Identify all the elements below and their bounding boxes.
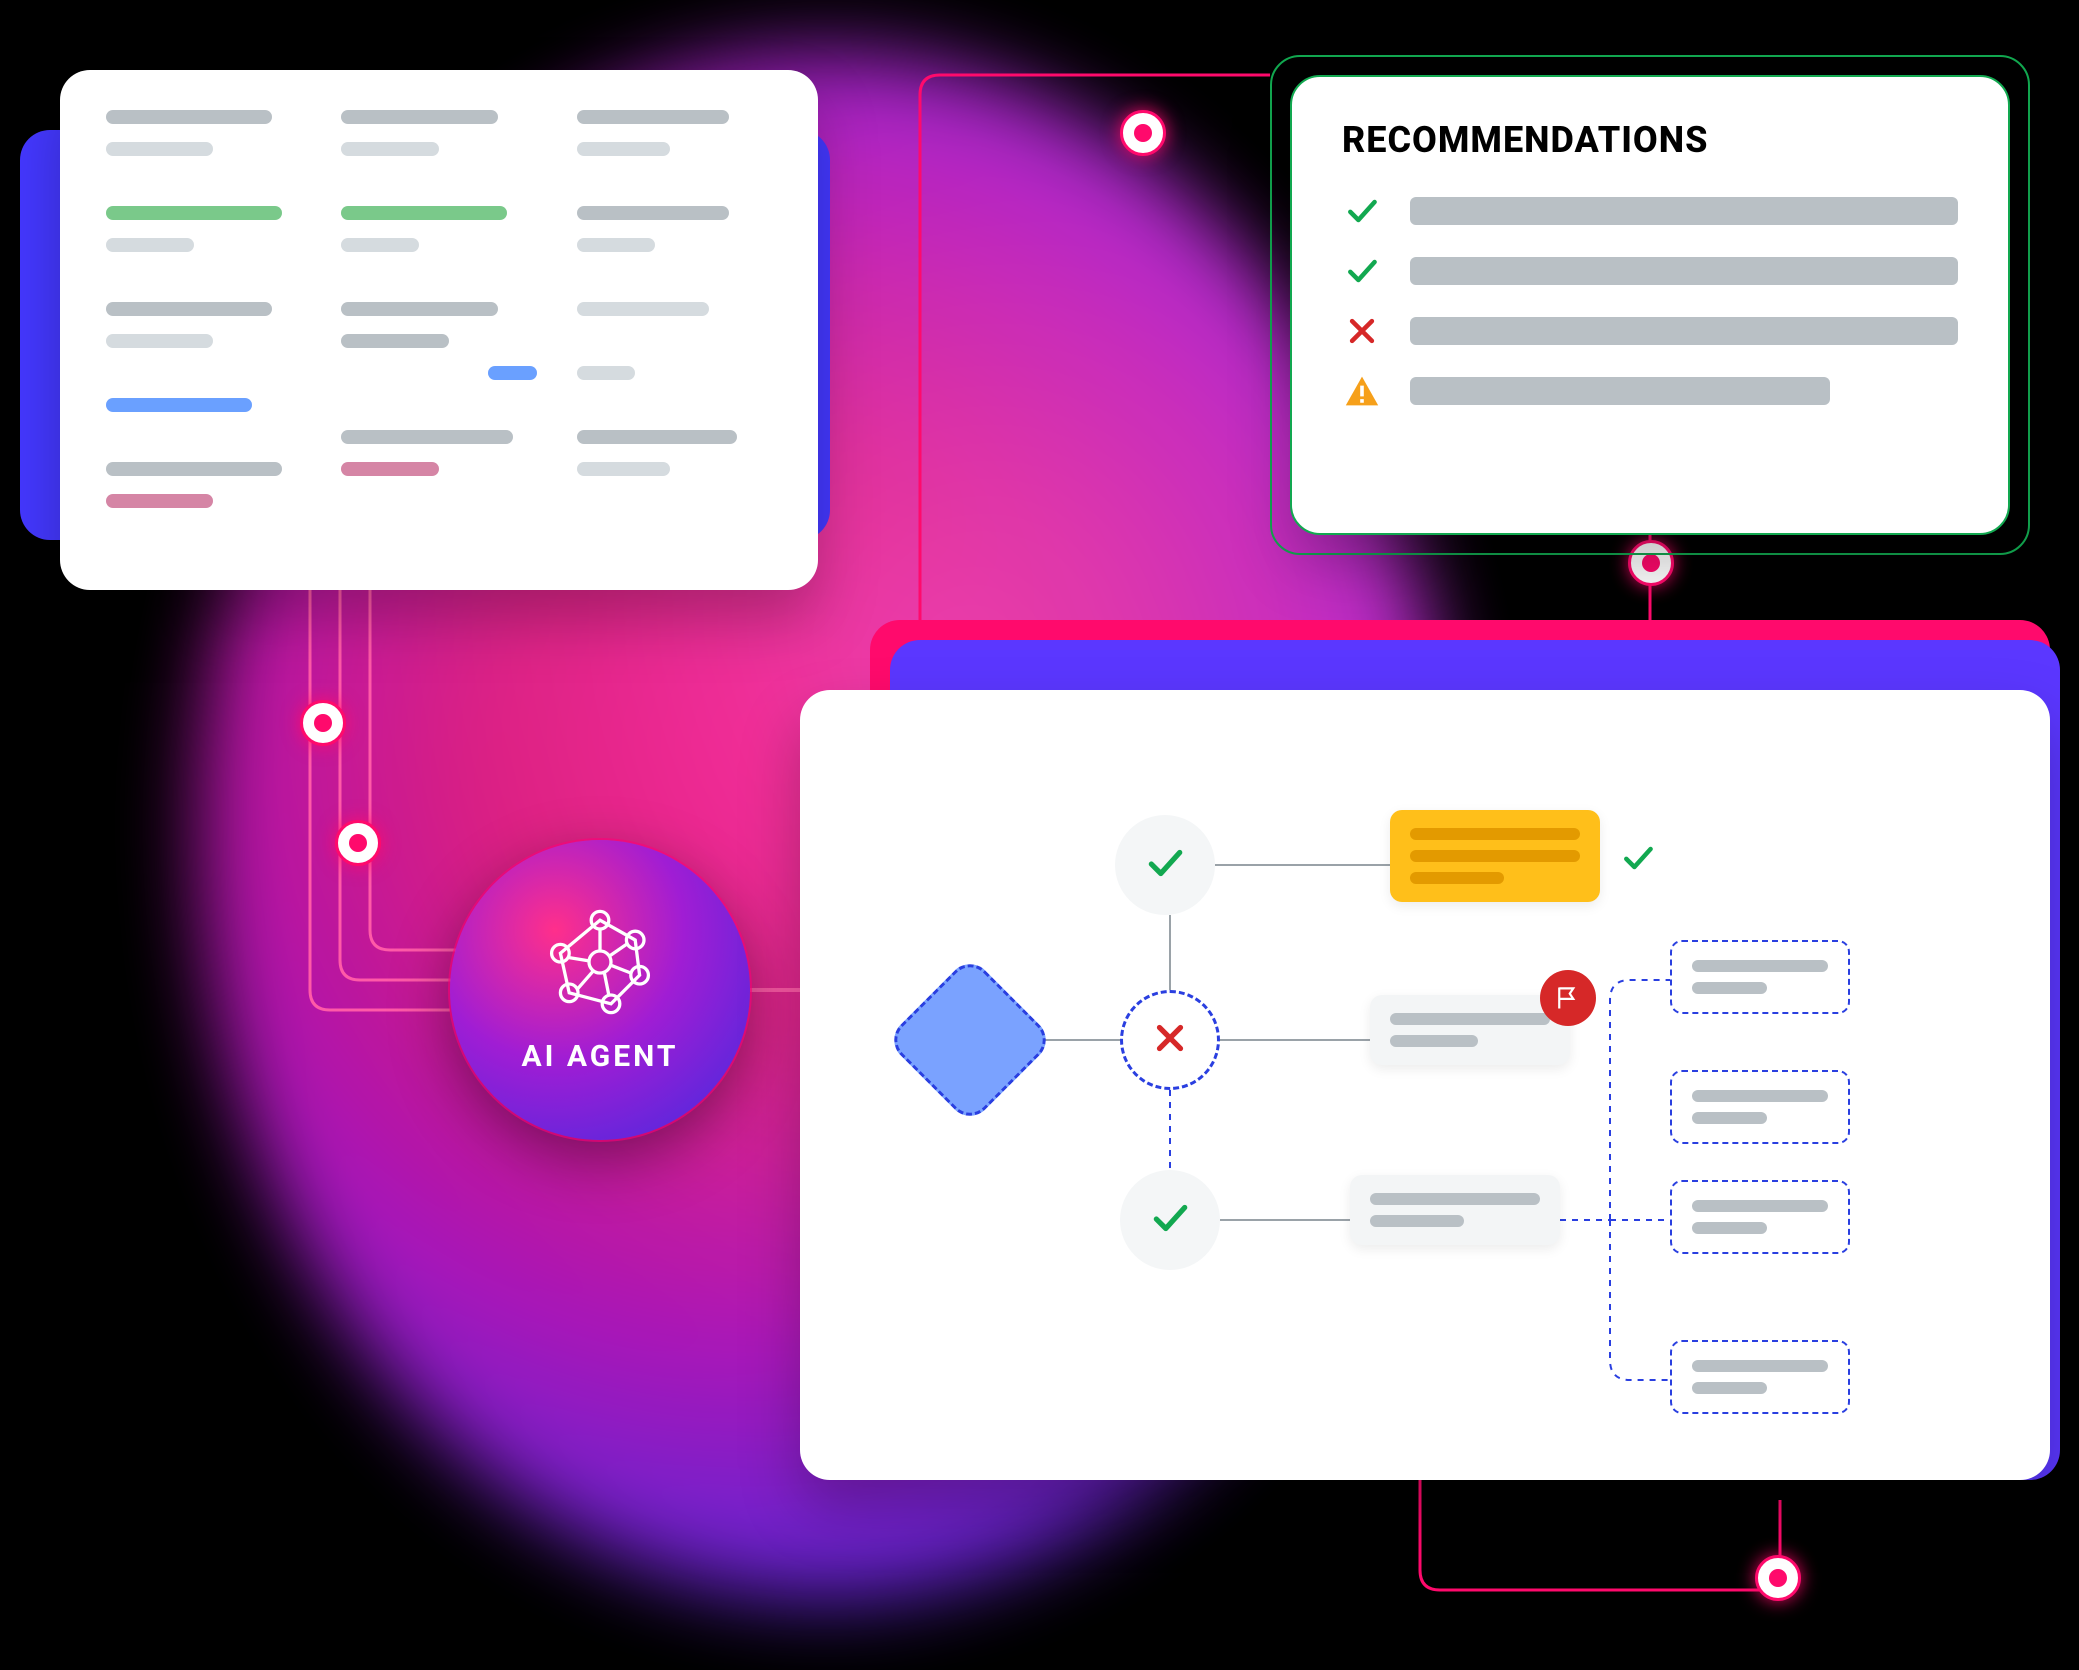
data-column-3 xyxy=(577,110,772,508)
check-icon xyxy=(1149,1197,1191,1243)
connection-port xyxy=(1755,1555,1801,1601)
flag-badge xyxy=(1540,970,1596,1026)
workflow-note xyxy=(1350,1175,1560,1245)
connection-port xyxy=(1120,110,1166,156)
recommendation-item xyxy=(1342,251,1958,291)
workflow-node-fail xyxy=(1120,990,1220,1090)
check-icon xyxy=(1620,840,1656,880)
check-icon xyxy=(1342,251,1382,291)
recommendation-item xyxy=(1342,311,1958,351)
x-icon xyxy=(1342,311,1382,351)
data-table-card xyxy=(60,70,818,590)
workflow-result xyxy=(1670,1070,1850,1144)
workflow-result xyxy=(1670,1340,1850,1414)
recommendations-title: RECOMMENDATIONS xyxy=(1342,119,1958,161)
workflow-result xyxy=(1670,1180,1850,1254)
check-icon xyxy=(1342,191,1382,231)
workflow-card xyxy=(800,690,2050,1480)
decision-node xyxy=(885,955,1055,1125)
workflow-result xyxy=(1670,940,1850,1014)
recommendation-item xyxy=(1342,371,1958,411)
workflow-note-warning xyxy=(1390,810,1600,902)
warning-icon xyxy=(1342,371,1382,411)
workflow-node-pass xyxy=(1120,1170,1220,1270)
workflow-note-flagged xyxy=(1370,995,1570,1065)
neural-network-icon xyxy=(545,907,655,1021)
data-column-1 xyxy=(106,110,301,508)
data-column-2 xyxy=(341,110,536,508)
connection-port xyxy=(335,820,381,866)
x-icon xyxy=(1149,1017,1191,1063)
workflow-node-pass xyxy=(1115,815,1215,915)
recommendation-item xyxy=(1342,191,1958,231)
recommendations-card: RECOMMENDATIONS xyxy=(1290,75,2010,535)
connection-port xyxy=(300,700,346,746)
ai-agent-node: AI AGENT xyxy=(450,840,750,1140)
check-icon xyxy=(1144,842,1186,888)
ai-agent-label: AI AGENT xyxy=(522,1039,679,1074)
